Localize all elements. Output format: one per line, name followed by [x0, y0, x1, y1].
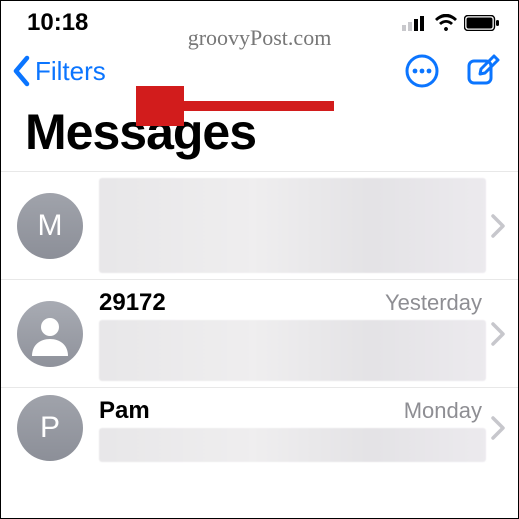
wifi-icon [434, 14, 458, 32]
back-button[interactable]: Filters [11, 55, 106, 87]
back-label: Filters [35, 56, 106, 87]
chevron-left-icon [11, 55, 33, 87]
ellipsis-circle-icon [404, 53, 440, 89]
timestamp: Monday [404, 398, 482, 424]
status-bar: 10:18 [1, 1, 518, 39]
chevron-right-icon [486, 416, 510, 440]
battery-icon [464, 15, 500, 31]
timestamp: Yesterday [385, 290, 482, 316]
avatar [17, 301, 83, 367]
message-preview-blurred [99, 178, 486, 273]
page-title: Messages [1, 97, 518, 171]
avatar-letter: M [38, 209, 63, 243]
avatar: M [17, 193, 83, 259]
conversation-row[interactable]: 29172 Yesterday [1, 280, 518, 388]
avatar-letter: P [40, 411, 60, 445]
status-time: 10:18 [27, 9, 88, 37]
chevron-right-icon [486, 214, 510, 238]
message-preview-blurred [99, 428, 486, 462]
message-preview-blurred [99, 320, 486, 381]
chevron-right-icon [486, 322, 510, 346]
compose-icon [466, 54, 500, 88]
compose-button[interactable] [466, 54, 500, 88]
more-button[interactable] [404, 53, 440, 89]
status-icons [402, 14, 500, 32]
sender-name: 29172 [99, 289, 166, 317]
conversation-list: M 29172 Yesterday P [1, 171, 518, 468]
conversation-row[interactable]: P Pam Monday [1, 388, 518, 468]
sender-name: Pam [99, 397, 150, 425]
person-icon [28, 312, 72, 356]
avatar: P [17, 395, 83, 461]
nav-bar: Filters [1, 39, 518, 97]
conversation-row[interactable]: M [1, 172, 518, 280]
cellular-icon [402, 15, 428, 31]
